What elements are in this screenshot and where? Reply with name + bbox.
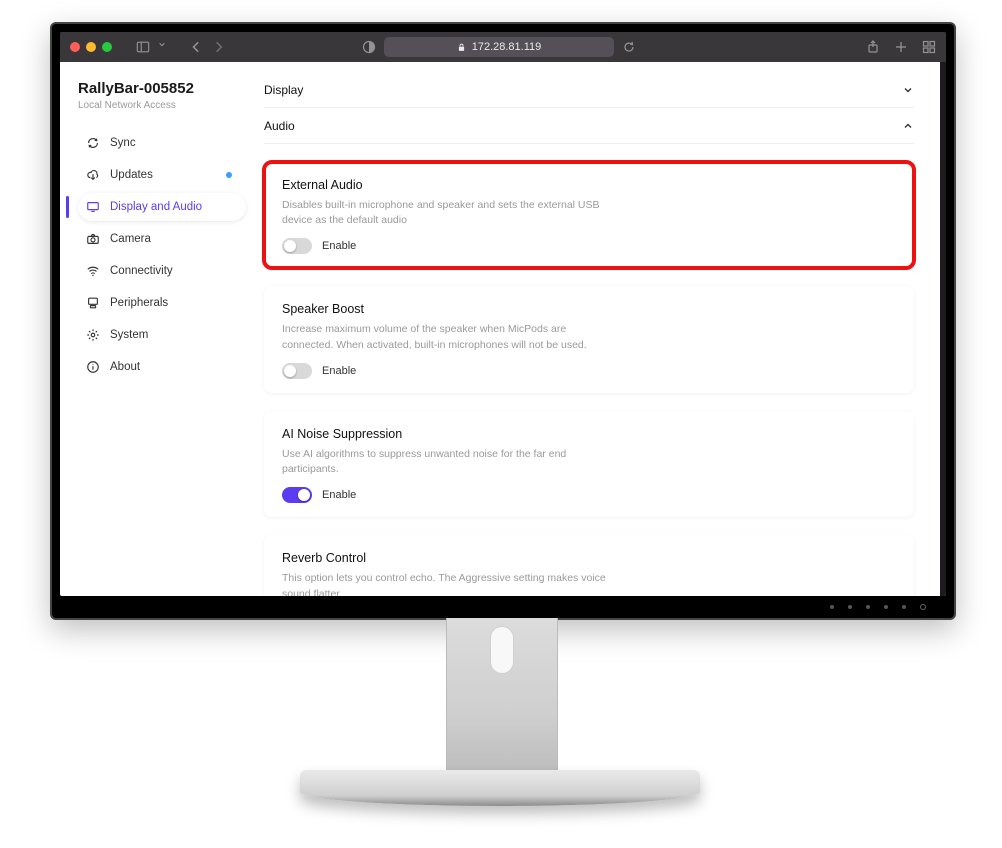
minimize-window-button[interactable] bbox=[86, 42, 96, 52]
tabs-overview-icon[interactable] bbox=[922, 40, 936, 54]
section-audio[interactable]: Audio bbox=[264, 108, 914, 144]
chevron-down-icon bbox=[902, 84, 914, 96]
chevron-down-icon[interactable] bbox=[158, 40, 166, 54]
device-subtitle: Local Network Access bbox=[78, 100, 246, 111]
back-button[interactable] bbox=[190, 40, 204, 54]
sidebar-item-peripherals[interactable]: Peripherals bbox=[78, 289, 246, 317]
monitor-button bbox=[830, 605, 834, 609]
card-desc: This option lets you control echo. The A… bbox=[282, 571, 612, 596]
forward-button[interactable] bbox=[212, 40, 226, 54]
card-title: Speaker Boost bbox=[282, 302, 896, 316]
monitor-stand-base bbox=[300, 770, 700, 806]
wifi-icon bbox=[86, 264, 100, 278]
new-tab-icon[interactable] bbox=[894, 40, 908, 54]
app-content: RallyBar-005852 Local Network Access Syn… bbox=[60, 62, 946, 596]
section-label: Display bbox=[264, 83, 303, 97]
sidebar-toggle-icon[interactable] bbox=[136, 40, 150, 54]
sidebar-item-label: Sync bbox=[110, 137, 136, 149]
scrollbar[interactable] bbox=[940, 62, 946, 596]
sidebar: RallyBar-005852 Local Network Access Syn… bbox=[60, 62, 256, 596]
monitor-button bbox=[848, 605, 852, 609]
card-title: External Audio bbox=[282, 178, 896, 192]
fullscreen-window-button[interactable] bbox=[102, 42, 112, 52]
sidebar-item-system[interactable]: System bbox=[78, 321, 246, 349]
monitor-stand-slot bbox=[490, 626, 514, 674]
close-window-button[interactable] bbox=[70, 42, 80, 52]
card-desc: Increase maximum volume of the speaker w… bbox=[282, 322, 612, 352]
camera-icon bbox=[86, 232, 100, 246]
sidebar-item-camera[interactable]: Camera bbox=[78, 225, 246, 253]
address-text: 172.28.81.119 bbox=[472, 41, 542, 53]
card-desc: Use AI algorithms to suppress unwanted n… bbox=[282, 447, 612, 477]
sidebar-item-label: About bbox=[110, 361, 140, 373]
monitor-bezel bbox=[60, 600, 946, 614]
monitor-button bbox=[884, 605, 888, 609]
device-title: RallyBar-005852 bbox=[78, 80, 246, 97]
sidebar-item-connectivity[interactable]: Connectivity bbox=[78, 257, 246, 285]
peripherals-icon bbox=[86, 296, 100, 310]
reload-icon[interactable] bbox=[622, 40, 636, 54]
sidebar-item-about[interactable]: About bbox=[78, 353, 246, 381]
toggle-label: Enable bbox=[322, 365, 356, 377]
card-external-audio: External Audio Disables built-in microph… bbox=[264, 162, 914, 268]
sidebar-item-label: Camera bbox=[110, 233, 151, 245]
sidebar-item-sync[interactable]: Sync bbox=[78, 129, 246, 157]
monitor-frame: 172.28.81.119 Rally bbox=[50, 22, 956, 620]
monitor-icon bbox=[86, 200, 100, 214]
toggle-label: Enable bbox=[322, 240, 356, 252]
card-title: AI Noise Suppression bbox=[282, 427, 896, 441]
cloud-download-icon bbox=[86, 168, 100, 182]
address-bar[interactable]: 172.28.81.119 bbox=[384, 37, 614, 57]
shield-icon[interactable] bbox=[362, 40, 376, 54]
update-badge bbox=[226, 172, 232, 178]
card-reverb: Reverb Control This option lets you cont… bbox=[264, 535, 914, 596]
sidebar-nav: Sync Updates Display and Audio bbox=[78, 129, 246, 381]
monitor-button bbox=[902, 605, 906, 609]
sidebar-item-label: Display and Audio bbox=[110, 201, 202, 213]
card-ai-noise: AI Noise Suppression Use AI algorithms t… bbox=[264, 411, 914, 517]
sync-icon bbox=[86, 136, 100, 150]
ai-noise-toggle[interactable] bbox=[282, 487, 312, 503]
main-panel: Display Audio External Audio Disables bu… bbox=[256, 62, 946, 596]
speaker-boost-toggle[interactable] bbox=[282, 363, 312, 379]
chevron-up-icon bbox=[902, 120, 914, 132]
sidebar-item-label: System bbox=[110, 329, 148, 341]
sidebar-item-display-audio[interactable]: Display and Audio bbox=[78, 193, 246, 221]
section-display[interactable]: Display bbox=[264, 72, 914, 108]
sidebar-item-label: Peripherals bbox=[110, 297, 168, 309]
window-controls bbox=[70, 42, 112, 52]
sidebar-item-label: Connectivity bbox=[110, 265, 173, 277]
card-title: Reverb Control bbox=[282, 551, 896, 565]
sidebar-item-label: Updates bbox=[110, 169, 153, 181]
external-audio-toggle[interactable] bbox=[282, 238, 312, 254]
monitor-power-button bbox=[920, 604, 926, 610]
gear-icon bbox=[86, 328, 100, 342]
browser-titlebar: 172.28.81.119 bbox=[60, 32, 946, 62]
screen: 172.28.81.119 Rally bbox=[60, 32, 946, 596]
info-icon bbox=[86, 360, 100, 374]
section-label: Audio bbox=[264, 119, 295, 133]
sidebar-item-updates[interactable]: Updates bbox=[78, 161, 246, 189]
toggle-label: Enable bbox=[322, 489, 356, 501]
card-desc: Disables built-in microphone and speaker… bbox=[282, 198, 612, 228]
lock-icon bbox=[457, 43, 466, 52]
monitor-button bbox=[866, 605, 870, 609]
share-icon[interactable] bbox=[866, 40, 880, 54]
card-speaker-boost: Speaker Boost Increase maximum volume of… bbox=[264, 286, 914, 392]
